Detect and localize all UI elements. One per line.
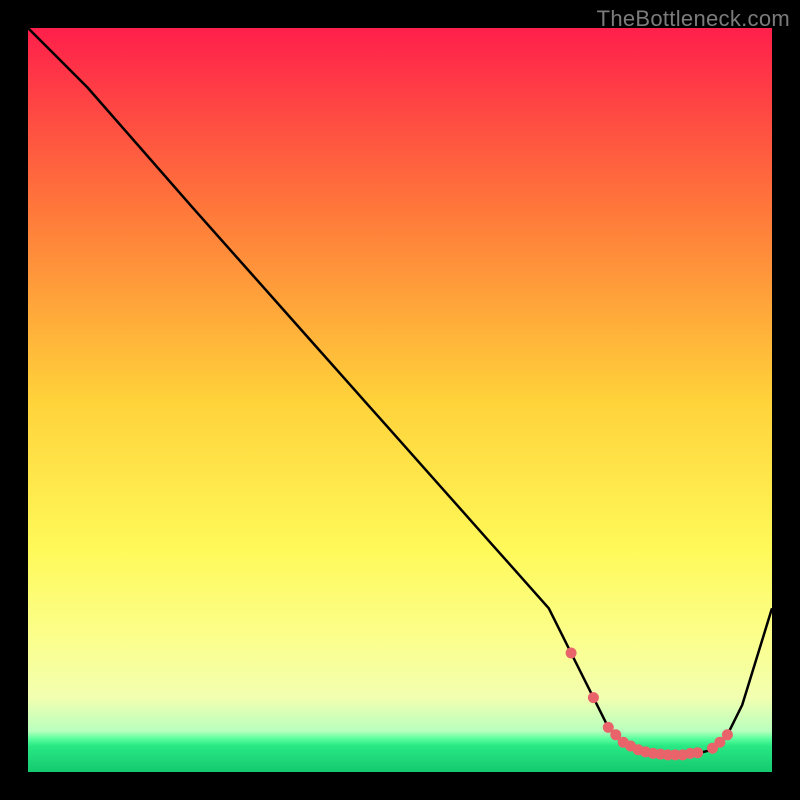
marker-point: [722, 729, 733, 740]
marker-point: [692, 747, 703, 758]
chart-canvas: [0, 0, 800, 800]
marker-point: [588, 692, 599, 703]
plot-background: [28, 28, 772, 772]
chart-stage: TheBottleneck.com: [0, 0, 800, 800]
marker-point: [566, 648, 577, 659]
watermark-text: TheBottleneck.com: [597, 6, 790, 32]
